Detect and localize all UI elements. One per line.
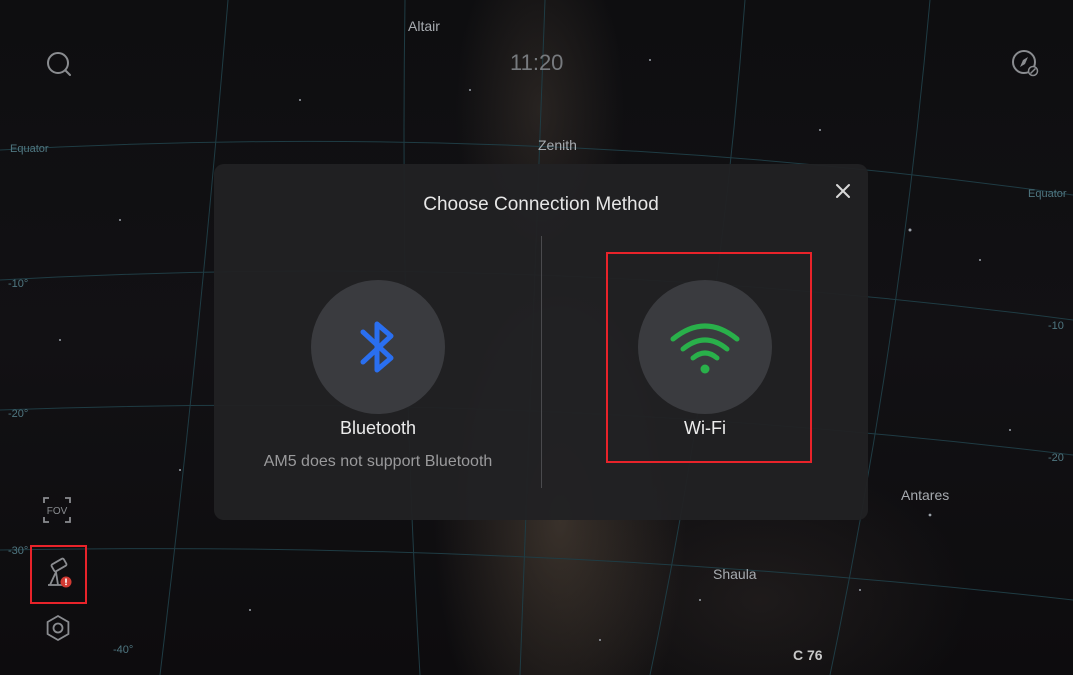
close-button[interactable] bbox=[830, 178, 856, 204]
bluetooth-icon bbox=[360, 321, 394, 373]
grid-label-dec-20: -20° bbox=[8, 408, 29, 420]
highlight-wifi bbox=[606, 252, 812, 463]
bluetooth-circle bbox=[311, 280, 445, 414]
clock: 11:20 bbox=[510, 50, 564, 75]
zenith-label: Zenith bbox=[538, 137, 577, 153]
grid-label-dec-10: -10° bbox=[8, 278, 29, 290]
grid-label-dec-30: -30° bbox=[8, 545, 29, 557]
settings-icon bbox=[46, 614, 70, 642]
bluetooth-unsupported-note: AM5 does not support Bluetooth bbox=[263, 453, 493, 470]
highlight-telescope bbox=[30, 545, 87, 604]
grid-label-equator: Equator bbox=[10, 143, 49, 155]
svg-text:FOV: FOV bbox=[47, 506, 68, 517]
star-label-antares: Antares bbox=[901, 487, 950, 503]
dialog-title: Choose Connection Method bbox=[423, 194, 659, 215]
fov-button[interactable]: FOV bbox=[40, 494, 74, 526]
star-label-shaula: Shaula bbox=[713, 566, 757, 582]
object-label-c76: C 76 bbox=[793, 647, 823, 663]
compass-button[interactable] bbox=[1008, 46, 1042, 80]
close-icon bbox=[836, 184, 850, 198]
search-button[interactable] bbox=[42, 47, 76, 81]
bluetooth-label: Bluetooth bbox=[339, 418, 417, 438]
star-label-altair: Altair bbox=[408, 18, 440, 34]
fov-icon: FOV bbox=[43, 497, 71, 523]
grid-label-equator-right: Equator bbox=[1028, 188, 1067, 200]
search-icon bbox=[47, 52, 71, 76]
bluetooth-option[interactable]: Bluetooth AM5 does not support Bluetooth bbox=[215, 252, 535, 482]
grid-label-right-10: -10 bbox=[1048, 320, 1064, 332]
compass-icon bbox=[1012, 50, 1039, 77]
settings-button[interactable] bbox=[42, 612, 74, 644]
grid-label-dec-40: -40° bbox=[113, 644, 134, 656]
grid-label-right-20: -20 bbox=[1048, 452, 1064, 464]
